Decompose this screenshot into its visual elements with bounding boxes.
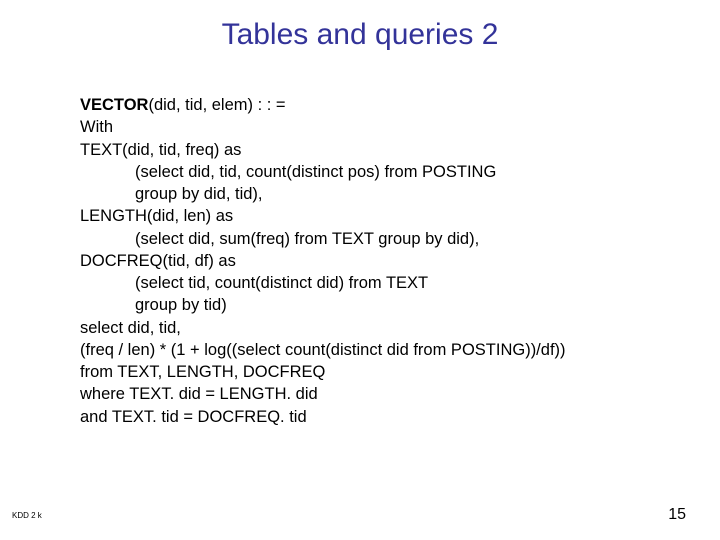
code-line: group by did, tid), — [80, 183, 680, 205]
keyword-vector: VECTOR — [80, 96, 148, 114]
code-line: and TEXT. tid = DOCFREQ. tid — [80, 406, 680, 428]
slide: Tables and queries 2 VECTOR(did, tid, el… — [0, 0, 720, 540]
slide-number: 15 — [668, 506, 686, 524]
code-line: VECTOR(did, tid, elem) : : = — [80, 94, 680, 116]
code-line: group by tid) — [80, 294, 680, 316]
code-text: (did, tid, elem) : : = — [148, 96, 285, 114]
code-line: (select tid, count(distinct did) from TE… — [80, 272, 680, 294]
slide-title: Tables and queries 2 — [40, 18, 680, 52]
code-line: LENGTH(did, len) as — [80, 205, 680, 227]
code-block: VECTOR(did, tid, elem) : : = With TEXT(d… — [80, 94, 680, 428]
code-line: (select did, sum(freq) from TEXT group b… — [80, 228, 680, 250]
footer-left: KDD 2 k — [12, 511, 42, 520]
code-line: (select did, tid, count(distinct pos) fr… — [80, 161, 680, 183]
code-line: where TEXT. did = LENGTH. did — [80, 383, 680, 405]
code-line: (freq / len) * (1 + log((select count(di… — [80, 339, 680, 361]
code-line: TEXT(did, tid, freq) as — [80, 139, 680, 161]
code-line: select did, tid, — [80, 317, 680, 339]
code-line: DOCFREQ(tid, df) as — [80, 250, 680, 272]
code-line: from TEXT, LENGTH, DOCFREQ — [80, 361, 680, 383]
code-line: With — [80, 116, 680, 138]
